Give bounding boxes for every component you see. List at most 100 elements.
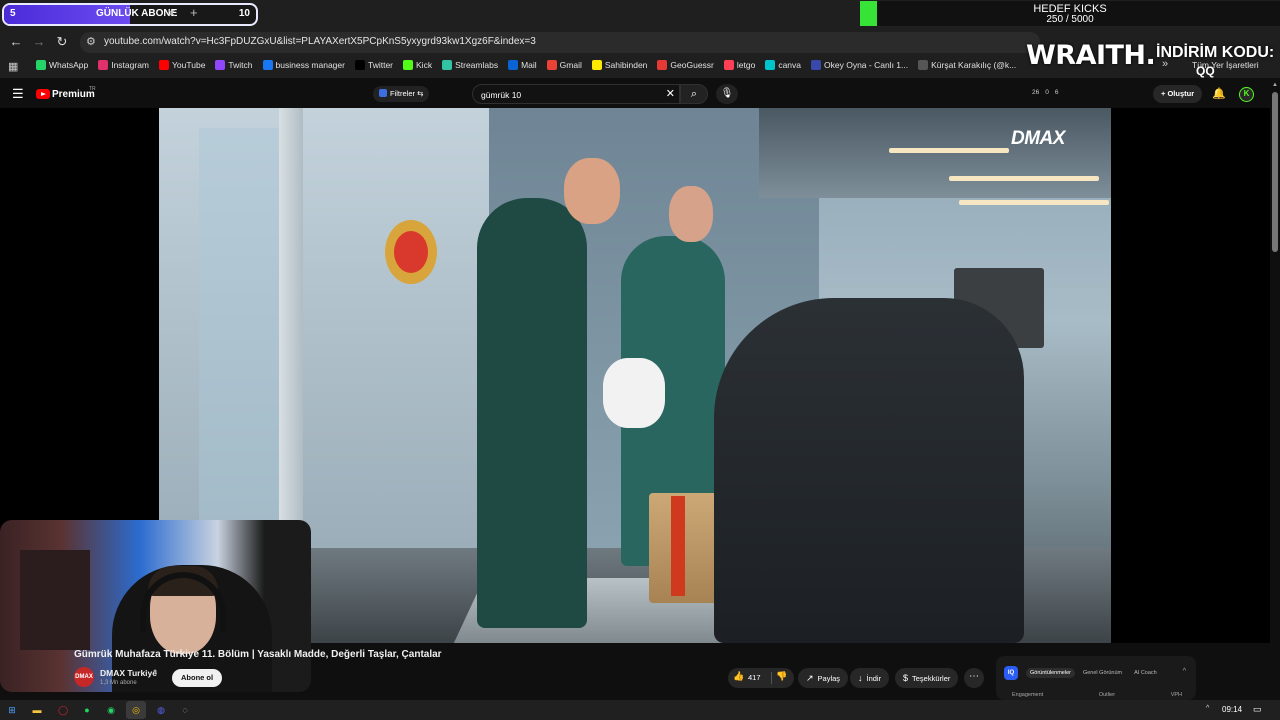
thanks-label: Teşekkürler bbox=[912, 674, 951, 683]
bookmark-item[interactable]: Okey Oyna - Canlı 1... bbox=[811, 60, 908, 70]
video-player[interactable]: DMAX bbox=[0, 108, 1270, 692]
back-arrow-icon[interactable]: ← bbox=[8, 34, 24, 50]
windows-start-icon[interactable]: ⊞ bbox=[5, 703, 19, 717]
ceiling-lamp bbox=[889, 148, 1009, 153]
notification-center-icon[interactable]: ▭ bbox=[1253, 704, 1262, 715]
notifications-bell-icon[interactable]: 🔔 bbox=[1212, 87, 1226, 100]
bookmark-label: business manager bbox=[275, 60, 345, 70]
bookmark-item[interactable]: business manager bbox=[262, 60, 345, 70]
bookmark-item[interactable]: Sahibinden bbox=[591, 60, 647, 70]
clock[interactable]: 09:14 bbox=[1222, 705, 1242, 714]
like-count[interactable]: 417 bbox=[748, 673, 761, 682]
bookmark-item[interactable]: letgo bbox=[723, 60, 755, 70]
bookmark-label: YouTube bbox=[172, 60, 206, 70]
bookmark-item[interactable]: Twitter bbox=[354, 60, 393, 70]
like-icon[interactable]: 👍 bbox=[733, 671, 744, 682]
video-ceiling bbox=[759, 108, 1111, 198]
vidiq-tab-views[interactable]: Görüntülenmeler bbox=[1026, 668, 1075, 678]
kicks-goal-progress: 250 / 5000 bbox=[1046, 14, 1094, 25]
site-info-icon[interactable]: ⚙ bbox=[86, 35, 96, 48]
bookmark-item[interactable]: Twitch bbox=[215, 60, 253, 70]
youtube-logo-icon[interactable] bbox=[36, 89, 50, 99]
bookmark-item[interactable]: Gmail bbox=[546, 60, 582, 70]
bookmark-label: Kick bbox=[416, 60, 433, 70]
chevron-up-icon[interactable]: ^ bbox=[1183, 668, 1186, 675]
bookmark-item[interactable]: Mail bbox=[508, 60, 537, 70]
video-title: Gümrük Muhafaza Türkiye 11. Bölüm | Yasa… bbox=[74, 649, 442, 660]
file-explorer-icon[interactable]: ▬ bbox=[30, 703, 44, 717]
bookmark-favicon-icon bbox=[546, 60, 557, 70]
officer-back-head bbox=[669, 186, 713, 242]
bookmark-label: canva bbox=[778, 60, 802, 70]
filter-extension-icon bbox=[379, 89, 387, 97]
vidiq-tab-overview[interactable]: Genel Görünüm bbox=[1079, 668, 1126, 678]
customs-emblem bbox=[385, 220, 437, 284]
vidiq-col-vph: VPH bbox=[1170, 692, 1182, 698]
tray-chevron-icon[interactable]: ^ bbox=[1206, 705, 1209, 712]
bookmark-label: Twitch bbox=[228, 60, 253, 70]
tab-close-icon[interactable]: ✕ bbox=[167, 7, 176, 20]
channel-avatar[interactable]: DMAX bbox=[74, 667, 94, 687]
channel-name[interactable]: DMAX Turkiye bbox=[100, 668, 157, 678]
subscribe-button[interactable]: Abone ol bbox=[172, 669, 223, 687]
officer-gloves bbox=[603, 358, 665, 428]
forward-arrow-icon[interactable]: → bbox=[31, 34, 47, 50]
account-avatar[interactable]: K bbox=[1239, 87, 1254, 102]
bookmark-label: WhatsApp bbox=[49, 60, 89, 70]
stat-views: 26 bbox=[1032, 89, 1040, 96]
spotify-icon[interactable]: ● bbox=[80, 703, 94, 717]
app-icon[interactable]: ◌ bbox=[178, 703, 192, 717]
apps-grid-icon[interactable]: ▦ bbox=[8, 60, 18, 73]
kicks-goal-overlay: HEDEF KICKS 250 / 5000 bbox=[860, 1, 1280, 26]
scroll-up-icon[interactable]: ▲ bbox=[1272, 82, 1278, 88]
bookmark-favicon-icon bbox=[354, 60, 365, 70]
youtube-header: ☰ Premium TR Filtreler ⇆ gümrük 10 ✕ ⌕ 🎙… bbox=[0, 80, 1270, 108]
filters-button[interactable]: Filtreler ⇆ bbox=[373, 86, 430, 102]
bookmark-item[interactable]: Kick bbox=[403, 60, 432, 70]
vidiq-logo-icon[interactable]: IQ bbox=[1004, 666, 1018, 680]
page-scrollbar[interactable]: ▲ bbox=[1270, 80, 1280, 700]
share-button[interactable]: ↗ Paylaş bbox=[798, 668, 849, 688]
bookmark-item[interactable]: Instagram bbox=[98, 60, 149, 70]
create-button[interactable]: + Oluştur bbox=[1153, 85, 1203, 103]
chrome-icon[interactable]: ◎ bbox=[129, 703, 143, 717]
discord-icon[interactable]: ◍ bbox=[154, 703, 168, 717]
bookmark-item[interactable]: GeoGuessr bbox=[657, 60, 714, 70]
search-query[interactable]: gümrük 10 bbox=[481, 90, 521, 100]
bookmark-favicon-icon bbox=[508, 60, 519, 70]
subscriber-current-count: 5 bbox=[10, 8, 16, 19]
scrollbar-thumb[interactable] bbox=[1272, 92, 1278, 252]
bookmark-favicon-icon bbox=[765, 60, 776, 70]
address-url[interactable]: youtube.com/watch?v=Hc3FpDUZGxU&list=PLA… bbox=[104, 36, 536, 47]
stat-shares: 6 bbox=[1054, 89, 1059, 96]
bookmark-item[interactable]: WhatsApp bbox=[36, 60, 88, 70]
bookmark-favicon-icon bbox=[723, 60, 734, 70]
whatsapp-icon[interactable]: ◉ bbox=[104, 703, 118, 717]
opera-gx-icon[interactable]: ◯ bbox=[56, 703, 70, 717]
vidiq-tab-ai-coach[interactable]: AI Coach bbox=[1130, 668, 1161, 678]
windows-taskbar: ⊞ ▬ ◯ ● ◉ ◎ ◍ ◌ ^ 09:14 ▭ bbox=[0, 700, 1280, 720]
new-tab-button[interactable]: + bbox=[190, 5, 198, 20]
dislike-icon[interactable]: 👎 bbox=[776, 671, 787, 682]
clear-search-icon[interactable]: ✕ bbox=[666, 87, 675, 100]
bookmark-item[interactable]: canva bbox=[765, 60, 801, 70]
reload-icon[interactable]: ↻ bbox=[54, 34, 70, 50]
more-actions-icon[interactable]: ⋯ bbox=[964, 668, 984, 688]
thanks-button[interactable]: $ Teşekkürler bbox=[895, 668, 959, 688]
download-button[interactable]: ↓ İndir bbox=[850, 668, 890, 688]
bookmark-label: Instagram bbox=[111, 60, 150, 70]
search-button[interactable]: ⌕ bbox=[680, 84, 708, 104]
officer-front-head bbox=[564, 158, 620, 224]
ceiling-lamp bbox=[949, 176, 1099, 181]
bookmark-item[interactable]: YouTube bbox=[159, 60, 205, 70]
address-bar[interactable]: ⚙ youtube.com/watch?v=Hc3FpDUZGxU&list=P… bbox=[80, 32, 1040, 53]
menu-icon[interactable]: ☰ bbox=[12, 86, 24, 102]
bookmark-item[interactable]: Streamlabs bbox=[442, 60, 498, 70]
ceiling-lamp bbox=[959, 200, 1109, 205]
subscriber-goal-label: GÜNLÜK ABONE bbox=[96, 8, 178, 19]
sponsor-logo: WRAITH. bbox=[1026, 40, 1156, 71]
create-label: Oluştur bbox=[1167, 89, 1195, 98]
search-input[interactable]: gümrük 10 ✕ bbox=[472, 84, 680, 104]
bookmark-item[interactable]: Kürşat Karakılıç (@k... bbox=[918, 60, 1016, 70]
voice-search-icon[interactable]: 🎙 bbox=[716, 84, 738, 104]
